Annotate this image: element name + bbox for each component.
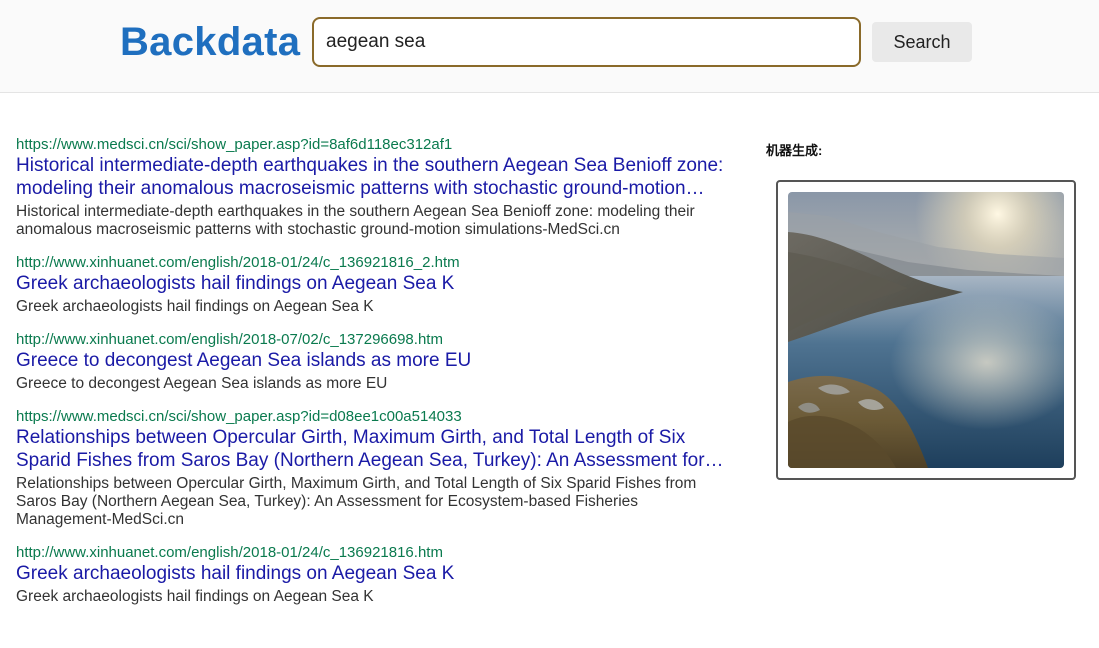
coastline-illustration bbox=[788, 192, 1064, 468]
result-snippet: Historical intermediate-depth earthquake… bbox=[16, 203, 695, 238]
result-item: http://www.xinhuanet.com/english/2018-01… bbox=[16, 254, 736, 316]
result-snippet: Relationships between Opercular Girth, M… bbox=[16, 475, 697, 528]
result-snippet: Greece to decongest Aegean Sea islands a… bbox=[16, 375, 388, 392]
result-snippet: Greek archaeologists hail findings on Ae… bbox=[16, 298, 374, 315]
result-snippet: Greek archaeologists hail findings on Ae… bbox=[16, 588, 374, 605]
results-list: https://www.medsci.cn/sci/show_paper.asp… bbox=[16, 136, 736, 621]
header-bar: Backdata Search bbox=[0, 0, 1099, 93]
search-input[interactable] bbox=[312, 17, 861, 67]
result-url[interactable]: http://www.xinhuanet.com/english/2018-07… bbox=[16, 331, 736, 349]
result-title[interactable]: Greece to decongest Aegean Sea islands a… bbox=[16, 349, 736, 372]
result-item: https://www.medsci.cn/sci/show_paper.asp… bbox=[16, 136, 736, 239]
site-logo[interactable]: Backdata bbox=[120, 18, 300, 66]
result-url[interactable]: http://www.xinhuanet.com/english/2018-01… bbox=[16, 254, 736, 272]
result-title[interactable]: Greek archaeologists hail findings on Ae… bbox=[16, 272, 736, 295]
generated-image-frame bbox=[776, 180, 1076, 480]
result-url[interactable]: http://www.xinhuanet.com/english/2018-01… bbox=[16, 544, 736, 562]
result-url[interactable]: https://www.medsci.cn/sci/show_paper.asp… bbox=[16, 408, 736, 426]
search-button[interactable]: Search bbox=[872, 22, 972, 62]
generated-label: 机器生成: bbox=[766, 143, 823, 158]
result-item: http://www.xinhuanet.com/english/2018-01… bbox=[16, 544, 736, 606]
result-title[interactable]: Relationships between Opercular Girth, M… bbox=[16, 426, 736, 472]
result-title[interactable]: Greek archaeologists hail findings on Ae… bbox=[16, 562, 736, 585]
result-item: https://www.medsci.cn/sci/show_paper.asp… bbox=[16, 408, 736, 529]
result-url[interactable]: https://www.medsci.cn/sci/show_paper.asp… bbox=[16, 136, 736, 154]
result-title[interactable]: Historical intermediate-depth earthquake… bbox=[16, 154, 736, 200]
generated-image[interactable] bbox=[788, 192, 1064, 468]
result-item: http://www.xinhuanet.com/english/2018-07… bbox=[16, 331, 736, 393]
